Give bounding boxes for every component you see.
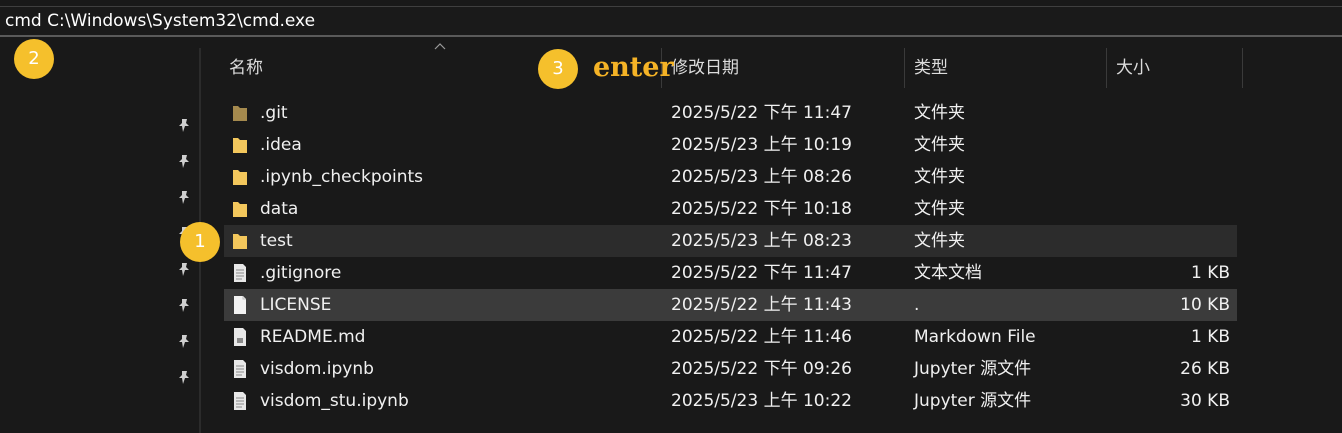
pin-icon[interactable] — [176, 118, 192, 134]
folder-icon — [233, 234, 247, 249]
file-name: data — [260, 199, 299, 219]
folder-hidden-icon — [233, 106, 247, 121]
step-badge-3: 3 — [538, 49, 578, 89]
column-separator[interactable] — [1242, 48, 1243, 88]
file-name: .git — [260, 103, 288, 123]
column-header-size[interactable]: 大小 — [1116, 48, 1150, 88]
column-header-type[interactable]: 类型 — [914, 48, 948, 88]
text-file-icon — [234, 264, 246, 282]
file-date: 2025/5/22 下午 09:26 — [671, 359, 852, 379]
file-date: 2025/5/23 上午 10:22 — [671, 391, 852, 411]
file-date: 2025/5/22 下午 11:47 — [671, 263, 852, 283]
list-item[interactable]: README.md 2025/5/22 上午 11:46 Markdown Fi… — [224, 321, 1237, 353]
address-input[interactable]: cmd C:\Windows\System32\cmd.exe — [5, 11, 315, 31]
column-separator[interactable] — [1106, 48, 1107, 88]
file-type: 文件夹 — [914, 199, 965, 219]
file-date: 2025/5/23 上午 08:26 — [671, 167, 852, 187]
list-item[interactable]: test 2025/5/23 上午 08:23 文件夹 — [224, 225, 1237, 257]
file-size: 10 KB — [1180, 295, 1230, 315]
folder-icon — [233, 170, 247, 185]
blank-file-icon — [234, 296, 246, 314]
enter-label: enter — [593, 52, 674, 83]
file-name: .idea — [260, 135, 302, 155]
list-item[interactable]: .ipynb_checkpoints 2025/5/23 上午 08:26 文件… — [224, 161, 1237, 193]
navigation-pane — [0, 37, 200, 433]
file-size: 30 KB — [1180, 391, 1230, 411]
list-item[interactable]: .gitignore 2025/5/22 下午 11:47 文本文档 1 KB — [224, 257, 1237, 289]
file-name: README.md — [260, 327, 366, 347]
file-date: 2025/5/22 上午 11:46 — [671, 327, 852, 347]
file-name: visdom_stu.ipynb — [260, 391, 409, 411]
file-size: 1 KB — [1190, 263, 1230, 283]
file-explorer-window: cmd C:\Windows\System32\cmd.exe 名称 修改日期 … — [0, 0, 1342, 433]
list-item[interactable]: .idea 2025/5/23 上午 10:19 文件夹 — [224, 129, 1237, 161]
column-header-row: 名称 修改日期 类型 大小 — [201, 48, 1342, 88]
file-type: . — [914, 295, 920, 315]
file-name: .ipynb_checkpoints — [260, 167, 424, 187]
pin-icon[interactable] — [176, 298, 192, 314]
column-separator[interactable] — [904, 48, 905, 88]
file-size: 26 KB — [1180, 359, 1230, 379]
file-type: 文件夹 — [914, 167, 965, 187]
list-item[interactable]: LICENSE 2025/5/22 上午 11:43 . 10 KB — [224, 289, 1237, 321]
column-header-date[interactable]: 修改日期 — [671, 48, 739, 88]
step-badge-2: 2 — [14, 39, 54, 79]
file-date: 2025/5/23 上午 10:19 — [671, 135, 852, 155]
file-type: Markdown File — [914, 327, 1036, 347]
address-bar[interactable]: cmd C:\Windows\System32\cmd.exe — [0, 6, 1342, 37]
file-type: Jupyter 源文件 — [914, 359, 1032, 379]
list-item[interactable]: data 2025/5/22 下午 10:18 文件夹 — [224, 193, 1237, 225]
step-badge-1: 1 — [180, 222, 220, 262]
list-item[interactable]: visdom.ipynb 2025/5/22 下午 09:26 Jupyter … — [224, 353, 1237, 385]
file-type: 文本文档 — [914, 263, 982, 283]
file-name: visdom.ipynb — [260, 359, 374, 379]
file-type: 文件夹 — [914, 231, 965, 251]
folder-icon — [233, 138, 247, 153]
notebook-file-icon — [234, 392, 246, 410]
pin-icon[interactable] — [176, 370, 192, 386]
list-item[interactable]: visdom_stu.ipynb 2025/5/23 上午 10:22 Jupy… — [224, 385, 1237, 417]
file-name: LICENSE — [260, 295, 332, 315]
pin-icon[interactable] — [176, 154, 192, 170]
file-date: 2025/5/23 上午 08:23 — [671, 231, 852, 251]
markdown-file-icon — [234, 328, 246, 346]
folder-icon — [233, 202, 247, 217]
pin-icon[interactable] — [176, 334, 192, 350]
sort-ascending-icon — [434, 43, 446, 50]
file-size: 1 KB — [1190, 327, 1230, 347]
file-name: .gitignore — [260, 263, 342, 283]
file-name: test — [260, 231, 293, 251]
file-type: 文件夹 — [914, 103, 965, 123]
pin-icon[interactable] — [176, 262, 192, 278]
file-type: 文件夹 — [914, 135, 965, 155]
notebook-file-icon — [234, 360, 246, 378]
column-header-name[interactable]: 名称 — [229, 48, 263, 88]
file-date: 2025/5/22 上午 11:43 — [671, 295, 852, 315]
file-date: 2025/5/22 下午 10:18 — [671, 199, 852, 219]
list-item[interactable]: .git 2025/5/22 下午 11:47 文件夹 — [224, 97, 1237, 129]
file-date: 2025/5/22 下午 11:47 — [671, 103, 852, 123]
file-type: Jupyter 源文件 — [914, 391, 1032, 411]
pin-icon[interactable] — [176, 190, 192, 206]
